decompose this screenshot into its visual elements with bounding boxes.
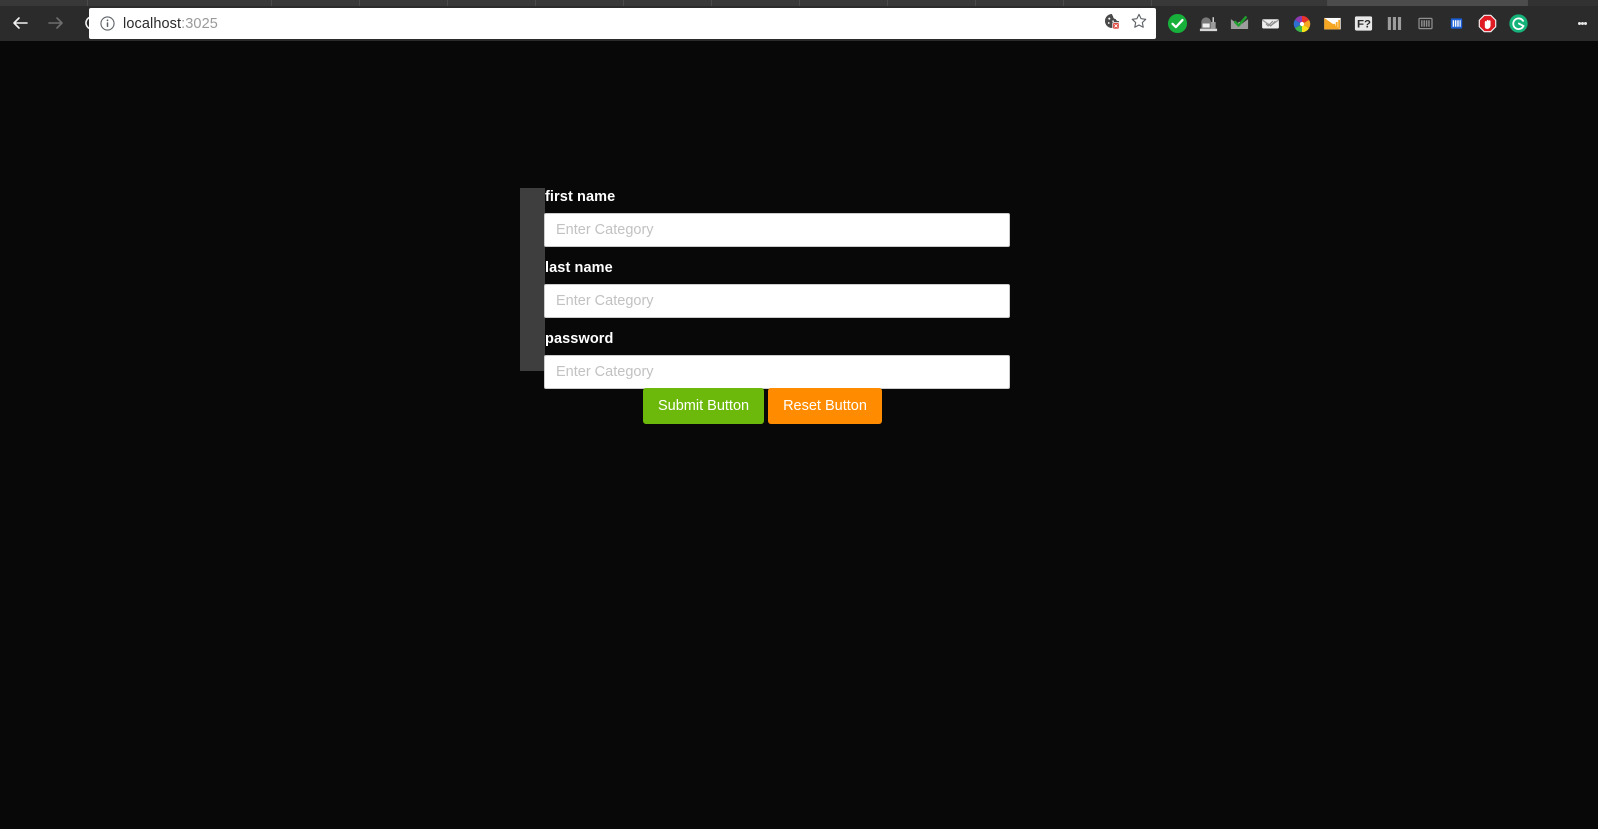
menu-dot — [1583, 22, 1587, 25]
green-check-icon[interactable] — [1162, 8, 1193, 39]
cookie-blocked-icon[interactable] — [1103, 12, 1121, 35]
address-bar[interactable]: localhost:3025 — [89, 8, 1156, 39]
gray-bars-icon[interactable] — [1379, 8, 1410, 39]
last-name-input[interactable] — [544, 284, 1010, 318]
form-button-row: Submit Button Reset Button — [643, 388, 882, 424]
form-left-accent-bar — [520, 188, 545, 371]
back-button[interactable] — [6, 9, 34, 37]
url-host: localhost — [123, 15, 182, 32]
page-viewport: first name last name password Submit But… — [0, 41, 1598, 829]
back-arrow-icon — [13, 17, 28, 29]
forward-arrow-icon — [48, 17, 63, 29]
blue-bars-icon[interactable] — [1441, 8, 1472, 39]
url-text: localhost:3025 — [123, 16, 1103, 32]
envelope-check-icon[interactable] — [1224, 8, 1255, 39]
submit-button[interactable]: Submit Button — [643, 388, 765, 424]
barcode-icon[interactable] — [1410, 8, 1441, 39]
three-dot-menu-icon[interactable] — [1568, 8, 1596, 39]
star-outline-icon[interactable] — [1130, 12, 1148, 35]
svg-text:F?: F? — [1357, 19, 1371, 31]
form-fields: first name last name password — [544, 188, 1010, 389]
label-last-name: last name — [545, 260, 613, 276]
f-question-icon[interactable]: F? — [1348, 8, 1379, 39]
forward-button[interactable] — [42, 9, 70, 37]
url-port: :3025 — [181, 15, 218, 32]
color-wheel-icon[interactable] — [1286, 8, 1317, 39]
first-name-input[interactable] — [544, 213, 1010, 247]
password-input[interactable] — [544, 355, 1010, 389]
envelope-chart-icon[interactable] — [1317, 8, 1348, 39]
envelope-icon[interactable] — [1255, 8, 1286, 39]
mailbox-icon[interactable] — [1193, 8, 1224, 39]
browser-chrome: localhost:3025 F? — [0, 0, 1598, 41]
browser-toolbar: localhost:3025 F? — [0, 6, 1598, 41]
grammarly-g-icon[interactable] — [1503, 8, 1534, 39]
info-circle-icon[interactable] — [99, 16, 115, 32]
label-first-name: first name — [545, 189, 616, 205]
reset-button[interactable]: Reset Button — [768, 388, 882, 424]
label-password: password — [545, 331, 614, 347]
adblock-stop-icon[interactable] — [1472, 8, 1503, 39]
extension-toolbar: F? — [1162, 8, 1534, 39]
omnibox-actions — [1103, 12, 1148, 35]
